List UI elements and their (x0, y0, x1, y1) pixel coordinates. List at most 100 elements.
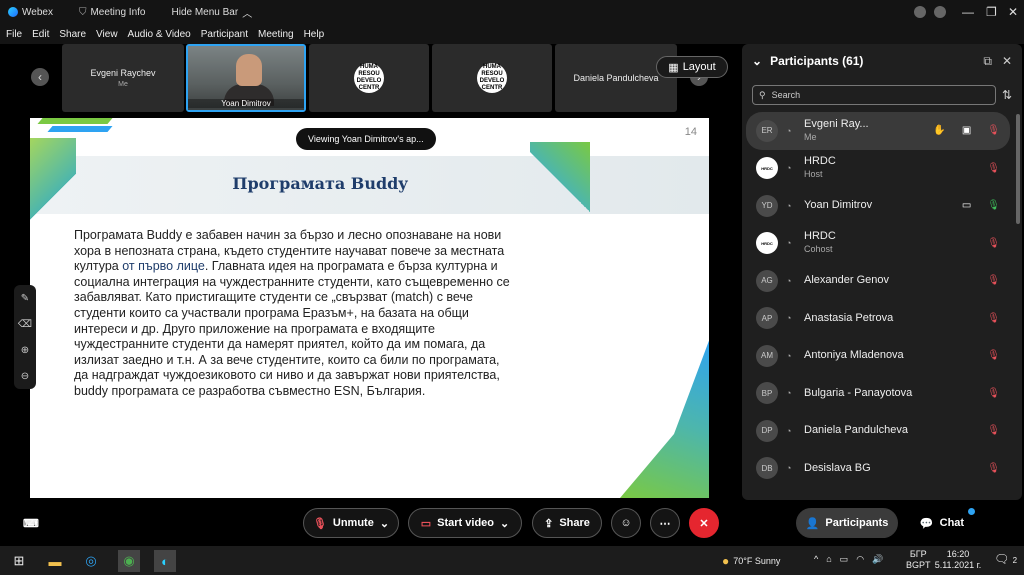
thumbnail-hrdc-2[interactable]: HUMA RESOU DEVELO CENTR (432, 44, 552, 112)
panel-header-icons: ⧉ ✕ (983, 54, 1012, 69)
participant-search-input[interactable]: ⚲ Search (752, 85, 996, 105)
menu-view[interactable]: View (96, 29, 118, 40)
chrome-browser-icon[interactable]: ◉ (118, 550, 140, 572)
mic-muted-icon[interactable]: 🎙 (987, 275, 1000, 286)
minimize-button[interactable]: — (962, 0, 974, 24)
weather-widget[interactable]: ● 70°F Sunny (722, 554, 780, 568)
meeting-control-bar: ⌨ 🎙 Unmute ⌄ ▭ Start video ⌄ ⇪ Share ☺ ⋯… (0, 500, 1024, 546)
mic-muted-icon[interactable]: 🎙 (987, 463, 1000, 474)
notification-center-icon[interactable]: 🗨 2 (994, 552, 1017, 566)
edge-browser-icon[interactable]: ◎ (80, 550, 102, 572)
menu-edit[interactable]: Edit (32, 29, 49, 40)
thumbnail-daniela-pandulcheva[interactable]: Daniela Pandulcheva (555, 44, 677, 112)
mic-muted-icon[interactable]: 🎙 (987, 125, 1000, 136)
participant-row[interactable]: DB ◔ Desislava BG 🎙 (746, 450, 1010, 488)
start-video-button[interactable]: ▭ Start video ⌄ (408, 508, 522, 538)
sun-icon: ● (722, 554, 730, 568)
menu-bar: File Edit Share View Audio & Video Parti… (0, 24, 1024, 44)
tray-chevron-icon[interactable]: ^ (814, 554, 818, 565)
close-icon: ✕ (699, 517, 709, 530)
close-window-button[interactable]: ✕ (1008, 0, 1018, 24)
slide-number: 14 (684, 126, 697, 138)
video-icon[interactable]: ▭ (962, 200, 971, 211)
menu-share[interactable]: Share (59, 29, 86, 40)
pop-out-icon[interactable]: ⧉ (983, 54, 992, 69)
participant-row[interactable]: ER ◔ Evgeni Ray... Me ✋ ▣ 🎙 (746, 112, 1010, 150)
participant-row[interactable]: HRDC ◔ HRDC Cohost 🎙 (746, 225, 1010, 263)
layout-button[interactable]: ▦ Layout (656, 56, 728, 78)
sort-icon[interactable]: ⇅ (1002, 88, 1012, 102)
status-icon: ◔ (786, 163, 792, 174)
thumbnails-prev-button[interactable]: ‹ (31, 68, 49, 86)
avatar: DP (756, 419, 778, 442)
reactions-button[interactable]: ☺ (611, 508, 641, 538)
participant-row[interactable]: AP ◔ Anastasia Petrova 🎙 (746, 300, 1010, 338)
menu-help[interactable]: Help (304, 29, 325, 40)
wifi-icon[interactable]: ◠ (856, 554, 864, 565)
mic-muted-icon[interactable]: 🎙 (987, 388, 1000, 399)
participant-row[interactable]: AG ◔ Alexander Genov 🎙 (746, 262, 1010, 300)
raise-hand-icon[interactable]: ✋ (933, 125, 945, 136)
status-icon: ◔ (786, 238, 792, 249)
avatar: AG (756, 269, 778, 292)
file-explorer-icon[interactable]: ▬ (44, 550, 66, 572)
thumbnail-yoan-dimitrov[interactable]: Yoan Dimitrov (186, 44, 306, 112)
chat-button[interactable]: 💬 Chat (910, 508, 974, 538)
annotate-pen-icon[interactable]: ✎ (21, 293, 29, 304)
chevron-down-icon: ⌄ (379, 517, 390, 530)
unmute-button[interactable]: 🎙 Unmute ⌄ (303, 508, 399, 538)
volume-icon[interactable]: 🔊 (872, 554, 883, 565)
participant-row[interactable]: HRDC ◔ HRDC Host 🎙 (746, 150, 1010, 188)
menu-participant[interactable]: Participant (201, 29, 248, 40)
mic-muted-icon: 🎙 (312, 517, 327, 530)
participants-button[interactable]: 👤 Participants (796, 508, 898, 538)
mic-on-icon[interactable]: 🎙 (987, 200, 1000, 211)
hrdc-logo: HUMA RESOU DEVELO CENTR (354, 63, 384, 93)
mic-muted-icon[interactable]: 🎙 (987, 238, 1000, 249)
share-button[interactable]: ⇪ Share (532, 508, 602, 538)
participant-row[interactable]: AM ◔ Antoniya Mladenova 🎙 (746, 337, 1010, 375)
status-icon: ◔ (786, 125, 792, 136)
participant-list-scrollbar[interactable] (1016, 114, 1020, 224)
hide-menu-bar-button[interactable]: Hide Menu Bar ︿ (172, 5, 253, 20)
mic-muted-icon[interactable]: 🎙 (987, 163, 1000, 174)
chevron-down-icon: ⌄ (752, 54, 763, 68)
notification-icon: 🗨 (994, 552, 1010, 566)
menu-meeting[interactable]: Meeting (258, 29, 294, 40)
status-icon: ◔ (786, 200, 792, 211)
avatar: AP (756, 307, 778, 330)
meeting-info-button[interactable]: ⛉ Meeting Info (79, 7, 146, 18)
zoom-in-icon[interactable]: ⊕ (21, 345, 29, 356)
caption-icon[interactable]: ▣ (962, 125, 971, 136)
mic-muted-icon[interactable]: 🎙 (987, 313, 1000, 324)
avatar: YD (756, 194, 778, 217)
language-indicator[interactable]: БГР BGPT (906, 549, 931, 571)
restore-button[interactable]: ❐ (986, 0, 997, 24)
participant-row[interactable]: DP ◔ Daniela Pandulcheva 🎙 (746, 412, 1010, 450)
thumbnail-evgeni-raychev[interactable]: Evgeni Raychev Me (62, 44, 184, 112)
windows-start-icon[interactable]: ⊞ (8, 550, 30, 572)
hrdc-logo: HUMA RESOU DEVELO CENTR (477, 63, 507, 93)
slide-decor-stripe (37, 118, 113, 124)
webex-logo-icon (8, 7, 18, 17)
zoom-out-icon[interactable]: ⊖ (21, 371, 29, 382)
webex-taskbar-icon[interactable]: ◐ (154, 550, 176, 572)
status-icon: ◔ (786, 350, 792, 361)
captions-button[interactable]: ⌨ (16, 508, 46, 538)
thumbnail-hrdc-1[interactable]: HUMA RESOU DEVELO CENTR (309, 44, 429, 112)
network-icon[interactable]: ⌂ (826, 554, 831, 565)
leave-meeting-button[interactable]: ✕ (689, 508, 719, 538)
menu-audio-video[interactable]: Audio & Video (128, 29, 191, 40)
participants-panel-header[interactable]: ⌄ Participants (61) (752, 54, 863, 68)
participant-row[interactable]: YD ◔ Yoan Dimitrov ▭ 🎙 (746, 187, 1010, 225)
shield-icon: ⛉ (78, 6, 87, 18)
battery-icon[interactable]: ▭ (840, 554, 849, 565)
participant-row[interactable]: BP ◔ Bulgaria - Panayotova 🎙 (746, 375, 1010, 413)
eraser-icon[interactable]: ⌫ (18, 319, 32, 330)
close-panel-icon[interactable]: ✕ (1002, 54, 1012, 69)
menu-file[interactable]: File (6, 29, 22, 40)
more-options-button[interactable]: ⋯ (650, 508, 680, 538)
clock[interactable]: 16:20 5.11.2021 г. (934, 549, 982, 571)
mic-muted-icon[interactable]: 🎙 (987, 425, 1000, 436)
mic-muted-icon[interactable]: 🎙 (987, 350, 1000, 361)
